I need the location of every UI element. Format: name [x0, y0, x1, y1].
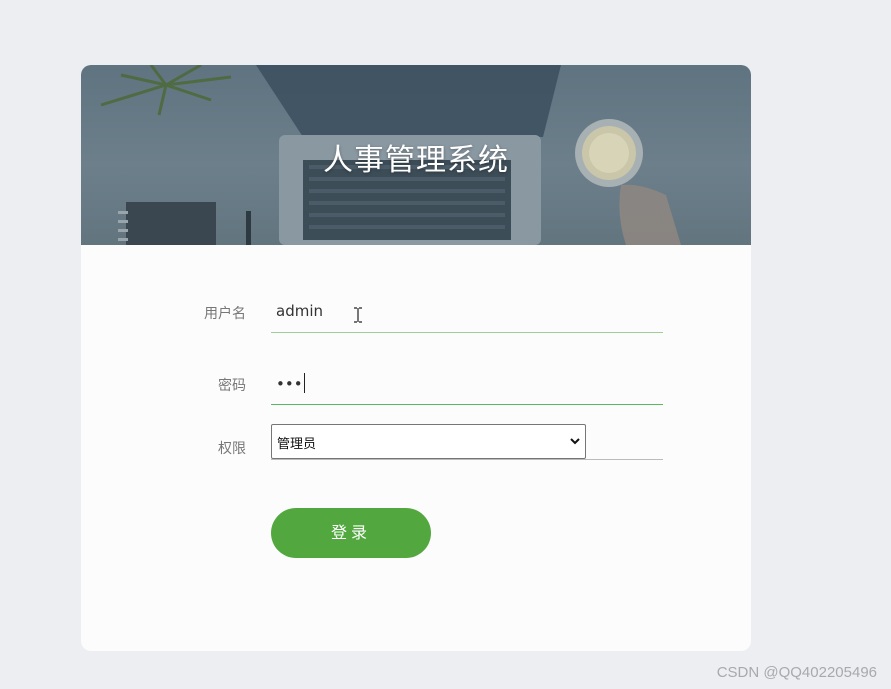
username-label: 用户名: [204, 306, 246, 322]
username-input[interactable]: [271, 291, 663, 331]
username-row: 用户名: [81, 291, 751, 335]
role-row: 权限 管理员: [81, 424, 751, 468]
password-input[interactable]: •••: [271, 363, 663, 403]
chevron-down-icon: [570, 438, 580, 445]
watermark: CSDN @QQ402205496: [716, 664, 877, 681]
page-title: 人事管理系统: [323, 143, 509, 178]
text-cursor-icon: [354, 307, 362, 323]
role-select[interactable]: 管理员: [271, 424, 586, 459]
login-button[interactable]: 登录: [271, 508, 431, 558]
username-underline: [271, 332, 663, 333]
role-selected-value: 管理员: [277, 437, 317, 452]
role-underline: [271, 459, 663, 460]
password-underline: [271, 404, 663, 405]
role-label: 权限: [218, 441, 246, 457]
password-label: 密码: [218, 378, 246, 394]
password-masked-value: •••: [276, 375, 303, 393]
header-banner: 人事管理系统: [81, 65, 751, 245]
text-caret: [303, 373, 305, 393]
login-card: 人事管理系统 用户名 密码 ••• 权限 管理员 登录: [81, 65, 751, 651]
password-row: 密码 •••: [81, 363, 751, 407]
